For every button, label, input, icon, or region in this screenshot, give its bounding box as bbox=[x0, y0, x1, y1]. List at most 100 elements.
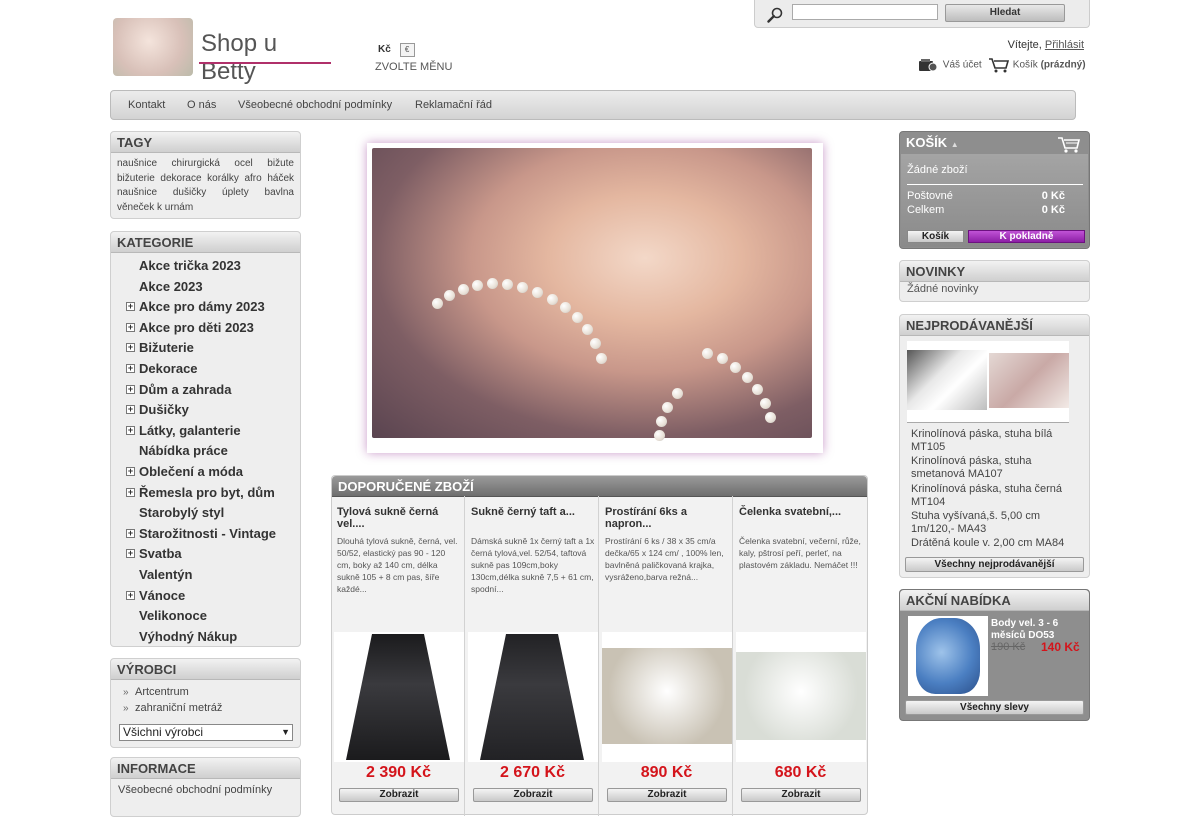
product-description: Prostírání 6 ks / 38 x 35 cm/a dečka/65 … bbox=[605, 536, 724, 582]
bestseller-item[interactable]: Krinolínová páska, stuha bílá MT105 bbox=[911, 428, 1081, 454]
product-name[interactable]: Čelenka svatební,... bbox=[739, 506, 863, 518]
currency-eur-button[interactable]: € bbox=[399, 43, 415, 57]
bestseller-item[interactable]: Krinolínová páska, stuha černá MT104 bbox=[911, 483, 1081, 509]
product-card: Tylová sukně černá vel.... Dlouhá tylová … bbox=[332, 496, 465, 816]
bestseller-thumb[interactable] bbox=[907, 350, 987, 410]
banner-image bbox=[372, 148, 812, 441]
expand-plus-icon[interactable]: + bbox=[126, 528, 135, 538]
nav-complaints[interactable]: Reklamační řád bbox=[415, 99, 492, 111]
pearl-decoration bbox=[662, 402, 673, 413]
nav-o-nas[interactable]: O nás bbox=[187, 99, 216, 111]
pearl-decoration bbox=[560, 302, 571, 313]
news-empty-text: Žádné novinky bbox=[907, 283, 979, 295]
account-label: Váš účet bbox=[942, 59, 982, 71]
pearl-decoration bbox=[572, 312, 583, 323]
sale-product-image[interactable] bbox=[908, 616, 988, 696]
cart-empty-text: Žádné zboží bbox=[907, 164, 968, 176]
product-price: 890 Kč bbox=[640, 764, 693, 781]
product-image[interactable] bbox=[334, 632, 464, 762]
product-photo bbox=[602, 648, 732, 744]
all-sales-button[interactable]: Všechny slevy bbox=[905, 700, 1084, 715]
sale-product-name[interactable]: Body vel. 3 - 6 měsíců DO53 bbox=[991, 618, 1086, 642]
expand-plus-icon[interactable]: + bbox=[126, 384, 135, 394]
tag-cloud[interactable]: naušnice chirurgická ocel bižute bižuter… bbox=[111, 153, 300, 220]
expand-plus-icon[interactable]: + bbox=[126, 302, 135, 312]
nav-kontakt[interactable]: Kontakt bbox=[128, 99, 165, 111]
product-image[interactable] bbox=[736, 632, 866, 762]
shop-logo[interactable]: Shop u Betty bbox=[113, 18, 338, 85]
shipping-value: 0 Kč bbox=[1041, 190, 1065, 202]
account-link[interactable]: Váš účet bbox=[918, 57, 982, 73]
product-name[interactable]: Prostírání 6ks a napron... bbox=[605, 506, 729, 530]
bestseller-thumb[interactable] bbox=[989, 353, 1069, 408]
manufacturers-title: VÝROBCI bbox=[111, 659, 300, 680]
bestseller-item[interactable]: Stuha vyšívaná,š. 5,00 cm 1m/120,- MA43 bbox=[911, 510, 1081, 536]
pearl-decoration bbox=[656, 416, 667, 427]
currency-czk[interactable]: Kč bbox=[378, 44, 391, 55]
login-link[interactable]: Přihlásit bbox=[1045, 39, 1084, 51]
expand-plus-icon[interactable]: + bbox=[126, 467, 135, 476]
pearl-decoration bbox=[717, 353, 728, 364]
category-label: Valentýn bbox=[139, 567, 193, 582]
expand-plus-icon[interactable]: + bbox=[126, 405, 135, 415]
expand-plus-icon[interactable]: + bbox=[126, 549, 135, 559]
category-label: Bižuterie bbox=[139, 340, 194, 356]
product-price: 680 Kč bbox=[774, 764, 827, 781]
welcome-label: Vítejte, bbox=[1007, 39, 1042, 51]
pearl-decoration bbox=[547, 294, 558, 305]
pearl-decoration bbox=[654, 430, 665, 441]
product-card: Čelenka svatební,... Čelenka svatební, ve… bbox=[734, 496, 867, 816]
pearl-decoration bbox=[672, 388, 683, 399]
search-icon bbox=[767, 7, 783, 23]
manufacturer-select[interactable]: Všichni výrobci ▼ bbox=[119, 724, 293, 741]
info-link-terms[interactable]: Všeobecné obchodní podmínky bbox=[118, 784, 272, 796]
manufacturer-select-value: Všichni výrobci bbox=[123, 725, 204, 739]
expand-plus-icon[interactable]: + bbox=[126, 322, 135, 332]
currency-switcher: Kč € bbox=[378, 43, 415, 57]
expand-plus-icon[interactable]: + bbox=[126, 425, 135, 435]
all-bestsellers-button[interactable]: Všechny nejprodávanější bbox=[905, 557, 1084, 572]
expand-plus-icon[interactable]: + bbox=[126, 364, 135, 373]
hero-banner[interactable] bbox=[367, 143, 823, 453]
product-price: 2 390 Kč bbox=[366, 764, 431, 781]
search-input[interactable] bbox=[792, 4, 938, 20]
expand-plus-icon[interactable]: + bbox=[126, 590, 135, 600]
category-label: Nábídka práce bbox=[139, 443, 228, 459]
pearl-decoration bbox=[487, 278, 498, 289]
product-image[interactable] bbox=[468, 632, 598, 762]
top-cart-link[interactable]: Košík (prázdný) bbox=[988, 57, 1086, 73]
product-photo bbox=[480, 634, 584, 760]
news-box: NOVINKY Žádné novinky bbox=[899, 260, 1090, 302]
pearl-decoration bbox=[730, 362, 741, 373]
bestseller-item[interactable]: Krinolínová páska, stuha smetanová MA107 bbox=[911, 455, 1081, 481]
manufacturer-item[interactable]: » Artcentrum bbox=[123, 686, 189, 698]
search-button[interactable]: Hledat bbox=[945, 4, 1065, 22]
shipping-label: Poštovné bbox=[907, 190, 953, 202]
pearl-decoration bbox=[590, 338, 601, 349]
category-label: Akce trička 2023 bbox=[139, 258, 241, 273]
product-description: Čelenka svatební, večerní, růže, kaly, p… bbox=[739, 536, 861, 570]
total-value: 0 Kč bbox=[1041, 204, 1065, 216]
collapse-up-icon[interactable]: ▲ bbox=[951, 140, 959, 149]
logo-text: Shop u Betty bbox=[201, 30, 278, 85]
product-image[interactable] bbox=[602, 632, 732, 762]
cart-box: KOŠÍK ▲ Žádné zboží Poštovné 0 Kč Celkem 0… bbox=[899, 131, 1090, 249]
manufacturer-item[interactable]: » zahraniční metráž bbox=[123, 702, 222, 714]
checkout-button[interactable]: K pokladně bbox=[968, 230, 1085, 243]
product-name[interactable]: Sukně černý taft a... bbox=[471, 506, 595, 518]
sale-title: AKČNÍ NABÍDKA bbox=[900, 590, 1089, 611]
bestseller-item[interactable]: Drátěná koule v. 2,00 cm MA84 bbox=[911, 537, 1081, 550]
expand-plus-icon[interactable]: + bbox=[126, 487, 135, 497]
product-photo bbox=[736, 652, 866, 740]
welcome-text: Vítejte, Přihlásit bbox=[1008, 39, 1084, 51]
expand-plus-icon[interactable]: + bbox=[126, 343, 135, 353]
categories-box: KATEGORIE Akce trička 2023 Akce 2023 + Akce… bbox=[110, 231, 301, 647]
chevron-down-icon: ▼ bbox=[281, 727, 290, 737]
cart-button[interactable]: Košík bbox=[907, 230, 964, 243]
cart-title: KOŠÍK ▲ bbox=[906, 135, 959, 150]
nav-terms[interactable]: Všeobecné obchodní podmínky bbox=[238, 99, 392, 111]
product-name[interactable]: Tylová sukně černá vel.... bbox=[337, 506, 461, 530]
featured-products: DOPORUČENÉ ZBOŽÍ Tylová sukně černá vel.… bbox=[331, 475, 868, 816]
pearl-decoration bbox=[517, 282, 528, 293]
category-label: Výhodný Nákup bbox=[139, 628, 238, 644]
